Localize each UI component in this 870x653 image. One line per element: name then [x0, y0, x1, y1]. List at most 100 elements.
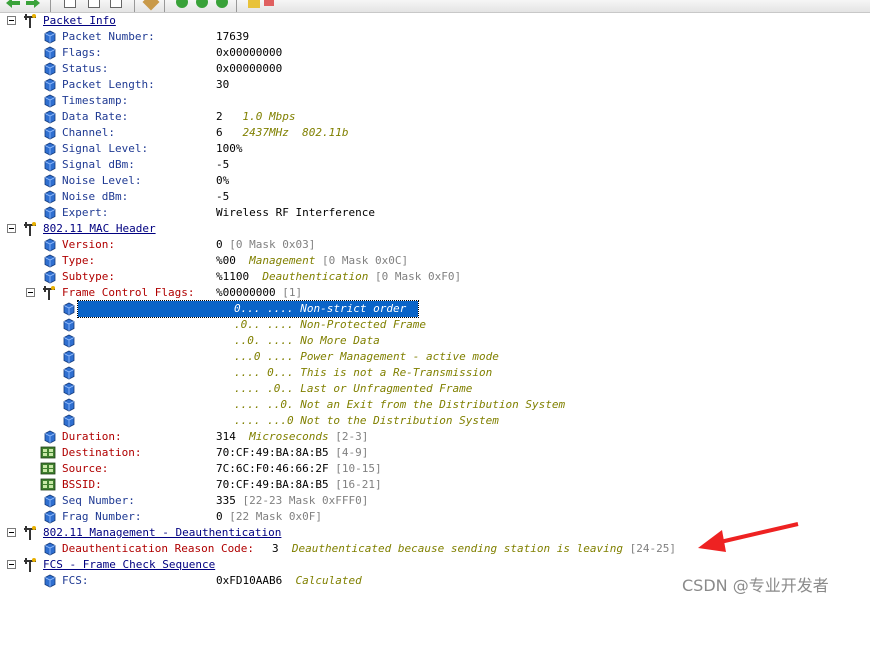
field-cube-icon [43, 509, 57, 525]
field-cube-icon [43, 93, 57, 109]
field-cube-icon [62, 413, 76, 429]
type-value: %00 Management [0 Mask 0x0C] [216, 254, 409, 267]
frame-control-flags-value: %00000000 [1] [216, 286, 303, 299]
field-cube-icon [62, 365, 76, 381]
field-value: 100% [216, 142, 243, 155]
edit-icon[interactable] [248, 0, 260, 8]
field-value: 0% [216, 174, 230, 187]
field-value: -5 [216, 158, 230, 171]
packet-info-title[interactable]: Packet Info [43, 13, 116, 29]
mac-header-title[interactable]: 802.11 MAC Header [43, 221, 156, 237]
frame-control-bit-row[interactable]: .0.. .... Non-Protected Frame [0, 317, 870, 333]
bssid-value: 70:CF:49:BA:8A:B5 [16-21] [216, 478, 382, 491]
field-cube-icon [62, 333, 76, 349]
field-cube-icon [43, 125, 57, 141]
packet-info-field-row[interactable]: Packet Length: 30 [0, 77, 870, 93]
field-name: Channel: [62, 126, 115, 139]
expand-icon[interactable] [176, 0, 188, 8]
tool-icon[interactable] [142, 0, 160, 11]
collapse-toggle[interactable] [26, 288, 35, 297]
frame-control-flags-row[interactable]: Frame Control Flags: %00000000 [1] [0, 285, 870, 301]
fcs-title[interactable]: FCS - Frame Check Sequence [43, 557, 215, 573]
collapse-toggle[interactable] [7, 528, 16, 537]
field-name: Packet Length: [62, 78, 155, 91]
frame-control-bit-row[interactable]: .... 0... This is not a Re-Transmission [0, 365, 870, 381]
field-cube-icon [43, 45, 57, 61]
seq-number-row[interactable]: Seq Number: 335 [22-23 Mask 0xFFF0] [0, 493, 870, 509]
management-title[interactable]: 802.11 Management - Deauthentication [43, 525, 281, 541]
field-cube-icon [62, 397, 76, 413]
reason-code-row[interactable]: Deauthentication Reason Code: 3 Deauthen… [0, 541, 870, 557]
text-view-icon[interactable] [110, 0, 122, 8]
duration-label: Duration: [62, 430, 122, 443]
toolbar-separator [236, 0, 237, 12]
packet-info-header-row[interactable]: Packet Info [0, 13, 870, 29]
packet-info-field-row[interactable]: Expert: Wireless RF Interference [0, 205, 870, 221]
frame-control-bit-row[interactable]: 0... .... Non-strict order [0, 300, 870, 318]
network-address-icon [40, 445, 56, 461]
field-cube-icon [43, 173, 57, 189]
network-address-icon [40, 477, 56, 493]
field-value: 6 2437MHz 802.11b [216, 126, 349, 139]
seq-number-value: 335 [22-23 Mask 0xFFF0] [216, 494, 369, 507]
fcs-header-row[interactable]: FCS - Frame Check Sequence [0, 557, 870, 573]
field-name: Signal Level: [62, 142, 149, 155]
frag-number-value: 0 [22 Mask 0x0F] [216, 510, 322, 523]
packet-info-field-row[interactable]: Signal Level: 100% [0, 141, 870, 157]
frame-control-bit: .... 0... This is not a Re-Transmission [234, 366, 493, 379]
packet-info-field-row[interactable]: Noise dBm: -5 [0, 189, 870, 205]
refresh-icon[interactable] [216, 0, 228, 8]
field-name: Data Rate: [62, 110, 129, 123]
frame-control-bit-row[interactable]: .... ..0. Not an Exit from the Distribut… [0, 397, 870, 413]
frame-control-bit: .... .0.. Last or Unfragmented Frame [234, 382, 473, 395]
collapse-toggle[interactable] [7, 16, 16, 25]
frame-control-bit-row[interactable]: .... .0.. Last or Unfragmented Frame [0, 381, 870, 397]
hex-view-icon[interactable] [88, 0, 100, 8]
frame-control-bit-row[interactable]: .... ...0 Not to the Distribution System [0, 413, 870, 429]
collapse-icon[interactable] [196, 0, 208, 8]
subtype-row[interactable]: Subtype: %1100 Deauthentication [0 Mask … [0, 269, 870, 285]
source-row[interactable]: Source: 7C:6C:F0:46:66:2F [10-15] [0, 461, 870, 477]
packet-info-field-row[interactable]: Data Rate: 2 1.0 Mbps [0, 109, 870, 125]
collapse-toggle[interactable] [7, 560, 16, 569]
field-value: 2 1.0 Mbps [216, 110, 296, 123]
fcs-label: FCS: [62, 574, 89, 587]
field-value: Wireless RF Interference [216, 206, 375, 219]
collapse-toggle[interactable] [7, 224, 16, 233]
frame-control-bit-row[interactable]: ...0 .... Power Management - active mode [0, 349, 870, 365]
bssid-row[interactable]: BSSID: 70:CF:49:BA:8A:B5 [16-21] [0, 477, 870, 493]
packet-info-field-row[interactable]: Timestamp: [0, 93, 870, 109]
reason-code-value: 3 Deauthenticated because sending statio… [272, 542, 676, 555]
back-arrow-icon[interactable] [6, 0, 20, 8]
field-value: 17639 [216, 30, 250, 43]
field-cube-icon [43, 141, 57, 157]
management-header-row[interactable]: 802.11 Management - Deauthentication [0, 525, 870, 541]
field-cube-icon [43, 189, 57, 205]
type-row[interactable]: Type: %00 Management [0 Mask 0x0C] [0, 253, 870, 269]
frag-number-row[interactable]: Frag Number: 0 [22 Mask 0x0F] [0, 509, 870, 525]
field-name: Expert: [62, 206, 109, 219]
frame-control-bit: ..0. .... No More Data [234, 334, 380, 347]
frame-control-bit: 0... .... Non-strict order [234, 302, 407, 315]
packet-decode-tree: Packet Info Packet Number: 17639 Flags: 0x… [0, 12, 870, 604]
field-cube-icon [43, 269, 57, 285]
duration-row[interactable]: Duration: 314 Microseconds [2-3] [0, 429, 870, 445]
field-name: Noise Level: [62, 174, 142, 187]
frame-control-bit-row[interactable]: ..0. .... No More Data [0, 333, 870, 349]
destination-value: 70:CF:49:BA:8A:B5 [4-9] [216, 446, 369, 459]
decode-view-icon[interactable] [64, 0, 76, 8]
packet-info-field-row[interactable]: Flags: 0x00000000 [0, 45, 870, 61]
packet-info-field-row[interactable]: Channel: 6 2437MHz 802.11b [0, 125, 870, 141]
packet-info-field-row[interactable]: Noise Level: 0% [0, 173, 870, 189]
source-label: Source: [62, 462, 109, 475]
mac-header-row[interactable]: 802.11 MAC Header [0, 221, 870, 237]
delete-icon[interactable] [264, 0, 274, 6]
field-cube-icon [43, 253, 57, 269]
forward-arrow-icon[interactable] [26, 0, 40, 8]
packet-info-field-row[interactable]: Status: 0x00000000 [0, 61, 870, 77]
header-node-icon [24, 526, 36, 540]
packet-info-field-row[interactable]: Signal dBm: -5 [0, 157, 870, 173]
packet-info-field-row[interactable]: Packet Number: 17639 [0, 29, 870, 45]
destination-row[interactable]: Destination: 70:CF:49:BA:8A:B5 [4-9] [0, 445, 870, 461]
version-row[interactable]: Version: 0 [0 Mask 0x03] [0, 237, 870, 253]
